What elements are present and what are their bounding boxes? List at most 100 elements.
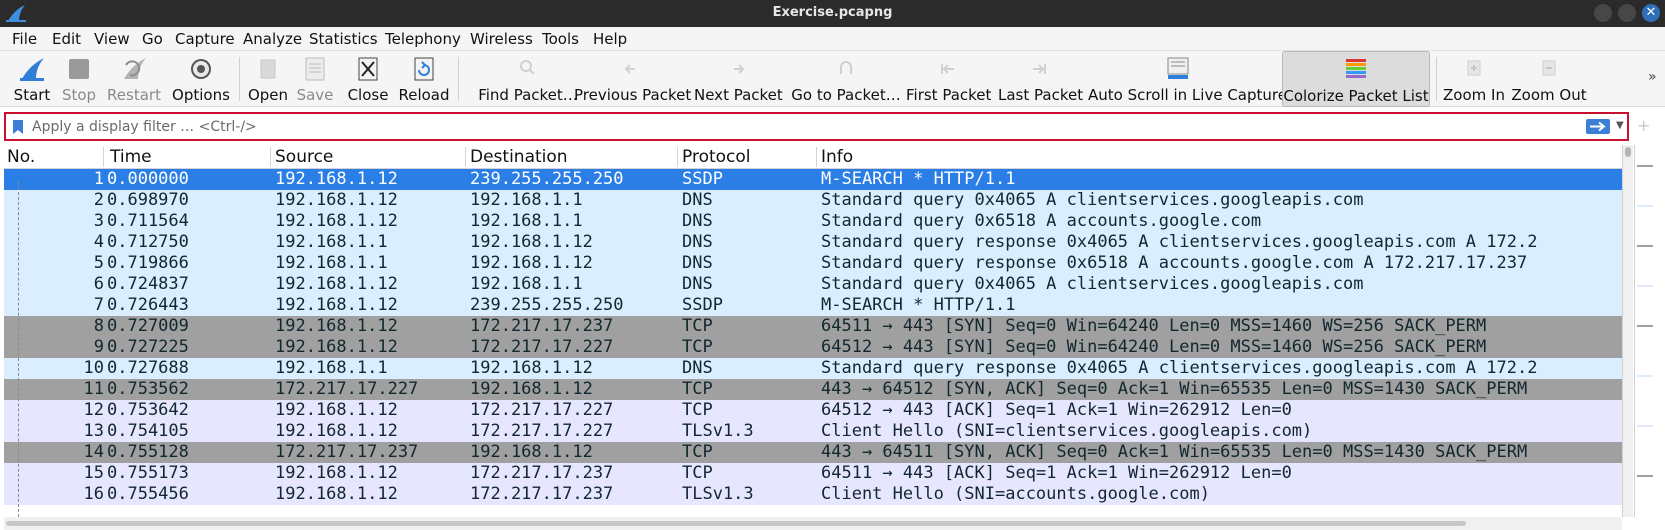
table-row[interactable]: 12 0.753642 192.168.1.12 172.217.17.227 TCP 6… (4, 400, 1622, 421)
table-row[interactable]: 4 0.712750 192.168.1.1 192.168.1.12 DNS Stand… (4, 232, 1622, 253)
save-file-button[interactable]: Save (294, 51, 336, 107)
column-separator[interactable] (677, 147, 678, 167)
scrollbar-thumb[interactable] (1625, 147, 1631, 157)
column-separator[interactable] (465, 147, 466, 167)
chevron-down-icon[interactable]: ▼ (1616, 120, 1624, 131)
restart-capture-button[interactable]: Restart (104, 51, 164, 107)
menu-file[interactable]: File (12, 30, 37, 48)
table-row[interactable]: 3 0.711564 192.168.1.12 192.168.1.1 DNS Stand… (4, 211, 1622, 232)
stop-capture-button[interactable]: Stop (58, 51, 100, 107)
table-row[interactable]: 14 0.755128 172.217.17.237 192.168.1.12 TCP 4… (4, 442, 1622, 463)
column-destination[interactable]: Destination (470, 147, 568, 169)
vertical-scrollbar[interactable] (1622, 145, 1633, 517)
menu-edit[interactable]: Edit (52, 30, 81, 48)
find-packet-button[interactable]: Find Packet… (466, 51, 590, 107)
menu-bar: File Edit View Go Capture Analyze Statis… (0, 27, 1665, 51)
column-time[interactable]: Time (110, 147, 152, 169)
cell-source: 192.168.1.12 (275, 190, 398, 210)
table-row[interactable]: 5 0.719866 192.168.1.1 192.168.1.12 DNS Stand… (4, 253, 1622, 274)
cell-time: 0.727009 (107, 316, 189, 336)
minimize-button[interactable] (1594, 4, 1612, 22)
table-row[interactable]: 2 0.698970 192.168.1.12 192.168.1.1 DNS Stand… (4, 190, 1622, 211)
menu-go[interactable]: Go (142, 30, 163, 48)
document-icon (260, 59, 276, 79)
table-row[interactable]: 11 0.753562 172.217.17.227 192.168.1.12 TCP 4… (4, 379, 1622, 400)
cell-protocol: TCP (682, 337, 713, 357)
table-row[interactable]: 1 0.000000 192.168.1.12 239.255.255.250 SSDP… (4, 169, 1622, 190)
cell-protocol: TLSv1.3 (682, 484, 754, 504)
packet-minimap[interactable] (1634, 145, 1656, 517)
go-to-packet-button[interactable]: Go to Packet… (790, 51, 902, 107)
table-row[interactable]: 13 0.754105 192.168.1.12 172.217.17.227 TLSv… (4, 421, 1622, 442)
menu-help[interactable]: Help (593, 30, 627, 48)
menu-view[interactable]: View (94, 30, 130, 48)
table-row[interactable]: 16 0.755456 192.168.1.12 172.217.17.237 TLSv… (4, 484, 1622, 505)
cell-destination: 192.168.1.1 (470, 211, 583, 231)
column-info[interactable]: Info (821, 147, 853, 169)
table-row[interactable]: 10 0.727688 192.168.1.1 192.168.1.12 DNS Stan… (4, 358, 1622, 379)
scrollbar-thumb[interactable] (6, 521, 1466, 526)
cell-info: Standard query 0x6518 A accounts.google.… (821, 211, 1262, 231)
arrow-left-icon (624, 64, 635, 74)
cell-source: 192.168.1.1 (275, 232, 388, 252)
menu-statistics[interactable]: Statistics (309, 30, 378, 48)
table-row[interactable]: 7 0.726443 192.168.1.12 239.255.255.250 SSDP… (4, 295, 1622, 316)
open-file-button[interactable]: Open (246, 51, 290, 107)
menu-wireless[interactable]: Wireless (470, 30, 533, 48)
menu-capture[interactable]: Capture (175, 30, 235, 48)
menu-tools[interactable]: Tools (542, 30, 579, 48)
column-separator[interactable] (270, 147, 271, 167)
capture-options-button[interactable]: Options (170, 51, 232, 107)
next-packet-button[interactable]: Next Packet (694, 51, 783, 107)
minimap-mark (1637, 285, 1653, 287)
auto-scroll-button[interactable]: Auto Scroll in Live Capture (1088, 51, 1287, 107)
reload-file-button[interactable]: Reload (398, 51, 450, 107)
display-filter-input[interactable] (32, 117, 1572, 137)
close-file-button[interactable]: Close (344, 51, 392, 107)
window-title: Exercise.pcapng (772, 5, 893, 20)
cell-no: 15 (83, 463, 104, 483)
zoom-in-button[interactable]: Zoom In (1442, 51, 1506, 107)
cell-protocol: TCP (682, 316, 713, 336)
column-protocol[interactable]: Protocol (682, 147, 751, 169)
column-separator[interactable] (103, 147, 104, 167)
maximize-button[interactable] (1618, 4, 1636, 22)
menu-telephony[interactable]: Telephony (385, 30, 461, 48)
column-source[interactable]: Source (275, 147, 333, 169)
cell-destination: 239.255.255.250 (470, 295, 624, 315)
cell-time: 0.753642 (107, 400, 189, 420)
table-row[interactable]: 15 0.755173 192.168.1.12 172.217.17.237 TCP 6… (4, 463, 1622, 484)
close-window-button[interactable]: ✕ (1642, 4, 1660, 22)
column-no[interactable]: No. (7, 147, 35, 169)
bookmark-icon[interactable] (13, 120, 23, 134)
horizontal-scrollbar[interactable] (4, 517, 1622, 530)
cell-info: Standard query 0x4065 A clientservices.g… (821, 190, 1364, 210)
cell-time: 0.726443 (107, 295, 189, 315)
cell-time: 0.724837 (107, 274, 189, 294)
column-separator[interactable] (816, 147, 817, 167)
last-packet-button[interactable]: Last Packet (998, 51, 1083, 107)
cell-destination: 192.168.1.12 (470, 232, 593, 252)
cell-no: 11 (83, 379, 104, 399)
table-row[interactable]: 8 0.727009 192.168.1.12 172.217.17.237 TCP 64… (4, 316, 1622, 337)
packet-list-header: No. Time Source Destination Protocol Inf… (4, 145, 1622, 169)
close-icon: ✕ (1645, 5, 1657, 20)
table-row[interactable]: 9 0.727225 192.168.1.12 172.217.17.227 TCP 64… (4, 337, 1622, 358)
apply-filter-button[interactable] (1586, 119, 1610, 134)
reload-document-icon (414, 57, 434, 81)
restart-fin-icon (124, 58, 146, 79)
zoom-out-button[interactable]: Zoom Out (1510, 51, 1588, 107)
start-capture-button[interactable]: Start (8, 51, 56, 107)
add-filter-button[interactable]: + (1637, 116, 1650, 135)
auto-scroll-icon (1167, 57, 1189, 79)
cell-time: 0.719866 (107, 253, 189, 273)
table-row[interactable]: 6 0.724837 192.168.1.12 192.168.1.1 DNS Stand… (4, 274, 1622, 295)
minimap-mark (1637, 245, 1653, 247)
cell-destination: 192.168.1.1 (470, 190, 583, 210)
menu-analyze[interactable]: Analyze (243, 30, 302, 48)
first-packet-button[interactable]: First Packet (906, 51, 991, 107)
toolbar-overflow-button[interactable]: » (1648, 69, 1657, 85)
minimap-mark (1637, 425, 1653, 427)
previous-packet-button[interactable]: Previous Packet (574, 51, 691, 107)
colorize-packet-list-button[interactable]: Colorize Packet List (1282, 51, 1430, 107)
